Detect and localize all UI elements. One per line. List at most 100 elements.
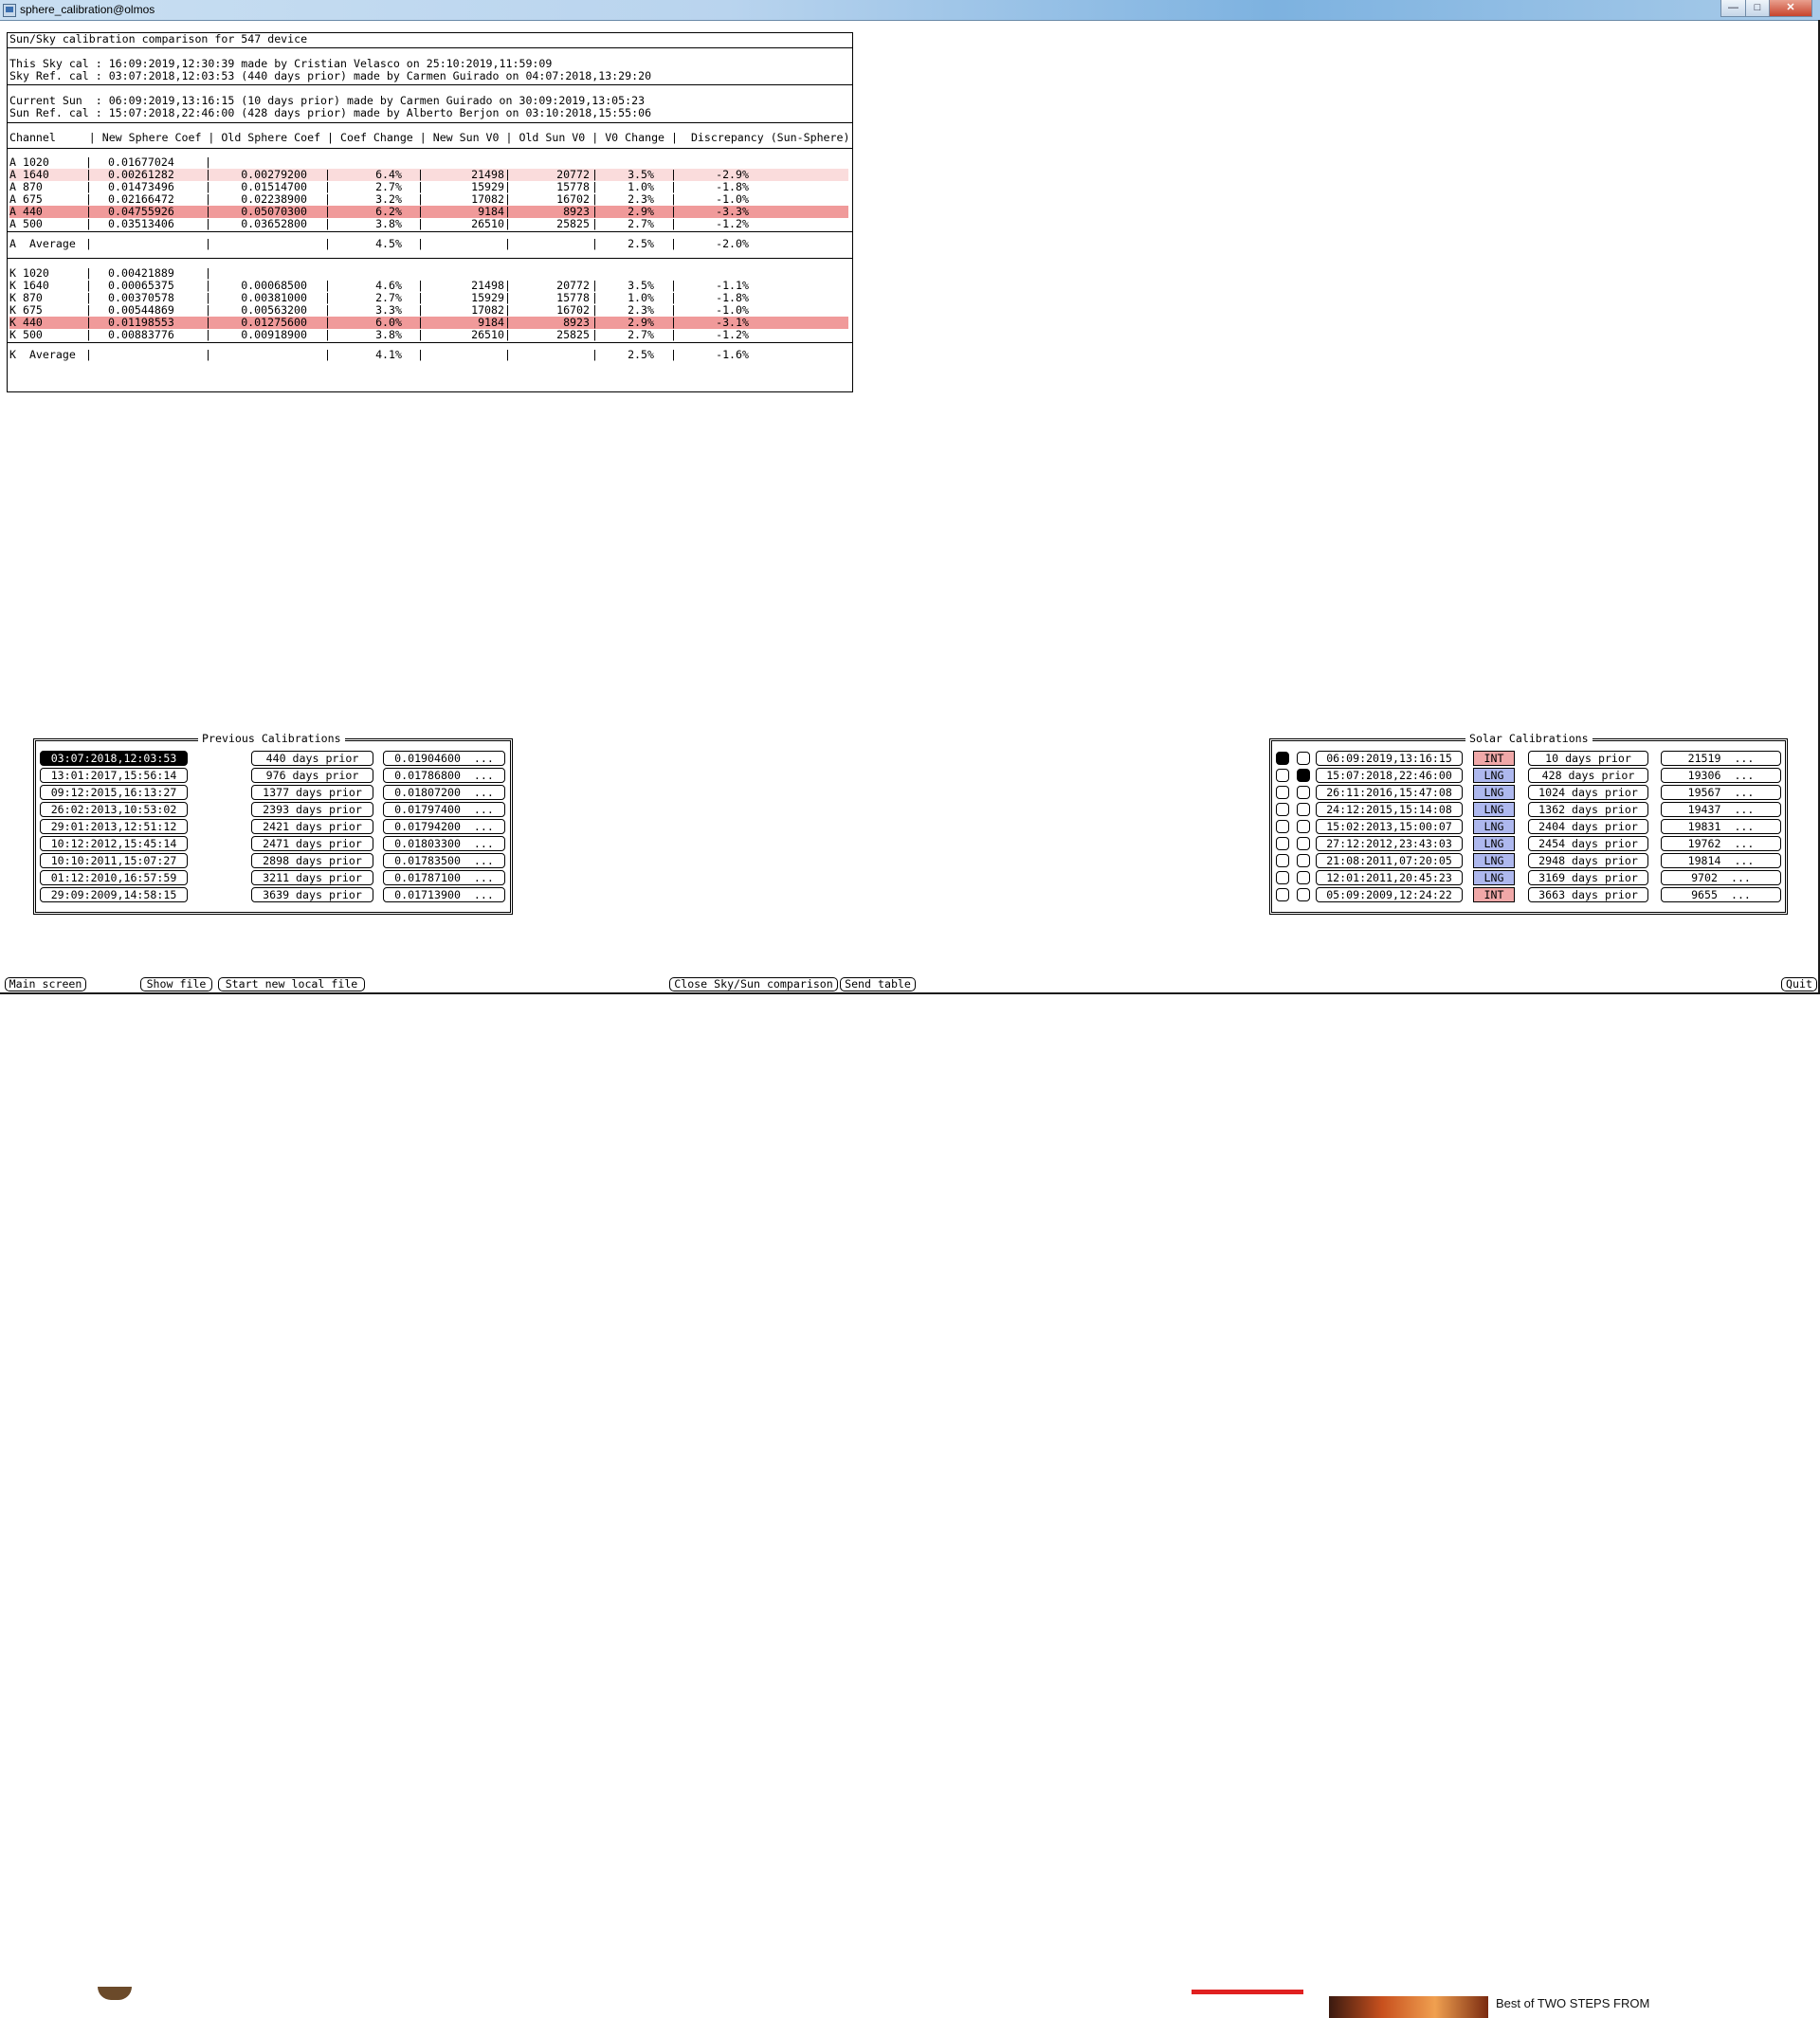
- solar-select-checkbox[interactable]: [1276, 820, 1289, 833]
- column-separator: |: [205, 348, 211, 361]
- solar-date-button[interactable]: 12:01:2011,20:45:23: [1316, 870, 1463, 885]
- solar-select-checkbox[interactable]: [1276, 837, 1289, 850]
- solar-type-badge: LNG: [1473, 819, 1515, 834]
- column-separator: |: [324, 237, 331, 250]
- previous-days-prior: 3211 days prior: [251, 870, 373, 885]
- main-screen-button[interactable]: Main screen: [5, 977, 86, 991]
- solar-v0-button[interactable]: 19306 ...: [1661, 768, 1781, 783]
- start-new-local-file-button[interactable]: Start new local file: [218, 977, 365, 991]
- previous-days-prior: 2471 days prior: [251, 836, 373, 851]
- cell-d: -1.2%: [716, 217, 749, 230]
- close-button[interactable]: ✕: [1769, 0, 1812, 17]
- previous-coef-button[interactable]: 0.01803300 ...: [383, 836, 505, 851]
- maximize-button[interactable]: □: [1745, 0, 1770, 17]
- solar-date-button[interactable]: 21:08:2011,07:20:05: [1316, 853, 1463, 868]
- previous-coef-button[interactable]: 0.01797400 ...: [383, 802, 505, 817]
- column-separator: |: [85, 237, 92, 250]
- previous-days-prior: 3639 days prior: [251, 887, 373, 902]
- solar-select-checkbox[interactable]: [1276, 871, 1289, 884]
- solar-reference-checkbox[interactable]: [1297, 888, 1310, 901]
- cell-vc: 2.5%: [628, 348, 654, 361]
- solar-select-checkbox[interactable]: [1276, 752, 1289, 765]
- solar-reference-checkbox[interactable]: [1297, 820, 1310, 833]
- solar-reference-checkbox[interactable]: [1297, 769, 1310, 782]
- cell-ch: K 500: [9, 328, 43, 341]
- previous-date-button[interactable]: 10:10:2011,15:07:27: [40, 853, 188, 868]
- column-separator: |: [670, 328, 677, 341]
- previous-coef-button[interactable]: 0.01787100 ...: [383, 870, 505, 885]
- solar-select-checkbox[interactable]: [1276, 786, 1289, 799]
- video-thumbnail[interactable]: [1329, 1996, 1488, 2018]
- solar-select-checkbox[interactable]: [1276, 854, 1289, 867]
- previous-date-button[interactable]: 01:12:2010,16:57:59: [40, 870, 188, 885]
- solar-v0-button[interactable]: 19567 ...: [1661, 785, 1781, 800]
- divider: [8, 231, 852, 232]
- column-separator: |: [324, 328, 331, 341]
- solar-v0-button[interactable]: 19762 ...: [1661, 836, 1781, 851]
- solar-date-button[interactable]: 15:02:2013,15:00:07: [1316, 819, 1463, 834]
- previous-date-button[interactable]: 29:01:2013,12:51:12: [40, 819, 188, 834]
- close-comparison-button[interactable]: Close Sky/Sun comparison: [669, 977, 838, 991]
- avatar: [98, 1987, 132, 2000]
- column-separator: |: [417, 348, 424, 361]
- previous-date-button[interactable]: 29:09:2009,14:58:15: [40, 887, 188, 902]
- solar-days-prior: 10 days prior: [1528, 751, 1648, 766]
- solar-v0-button[interactable]: 19437 ...: [1661, 802, 1781, 817]
- previous-coef-button[interactable]: 0.01807200 ...: [383, 785, 505, 800]
- column-separator: |: [504, 237, 511, 250]
- video-title[interactable]: Best of TWO STEPS FROM: [1496, 1996, 1649, 2010]
- solar-reference-checkbox[interactable]: [1297, 837, 1310, 850]
- cell-d: -2.0%: [716, 237, 749, 250]
- column-separator: |: [324, 348, 331, 361]
- divider: [8, 258, 852, 259]
- cell-ov: 25825: [556, 217, 590, 230]
- send-table-button[interactable]: Send table: [840, 977, 916, 991]
- show-file-button[interactable]: Show file: [140, 977, 212, 991]
- solar-select-checkbox[interactable]: [1276, 769, 1289, 782]
- solar-v0-button[interactable]: 9655 ...: [1661, 887, 1781, 902]
- previous-coef-button[interactable]: 0.01794200 ...: [383, 819, 505, 834]
- previous-coef-button[interactable]: 0.01783500 ...: [383, 853, 505, 868]
- solar-select-checkbox[interactable]: [1276, 888, 1289, 901]
- average-row: A Average 4.5% 2.5% -2.0% | | | | | | |: [9, 238, 848, 250]
- previous-calibrations-group: Previous Calibrations 03:07:2018,12:03:5…: [33, 732, 513, 915]
- cell-cc: 3.8%: [375, 217, 402, 230]
- solar-date-button[interactable]: 27:12:2012,23:43:03: [1316, 836, 1463, 851]
- column-separator: |: [504, 348, 511, 361]
- solar-date-button[interactable]: 05:09:2009,12:24:22: [1316, 887, 1463, 902]
- previous-coef-button[interactable]: 0.01904600 ...: [383, 751, 505, 766]
- previous-date-button[interactable]: 03:07:2018,12:03:53: [40, 751, 188, 766]
- solar-v0-button[interactable]: 9702 ...: [1661, 870, 1781, 885]
- solar-days-prior: 2948 days prior: [1528, 853, 1648, 868]
- solar-reference-checkbox[interactable]: [1297, 786, 1310, 799]
- solar-select-checkbox[interactable]: [1276, 803, 1289, 816]
- previous-date-button[interactable]: 09:12:2015,16:13:27: [40, 785, 188, 800]
- previous-date-button[interactable]: 26:02:2013,10:53:02: [40, 802, 188, 817]
- column-separator: |: [205, 237, 211, 250]
- previous-coef-button[interactable]: 0.01713900 ...: [383, 887, 505, 902]
- cell-cc: 4.5%: [375, 237, 402, 250]
- solar-reference-checkbox[interactable]: [1297, 871, 1310, 884]
- solar-v0-button[interactable]: 21519 ...: [1661, 751, 1781, 766]
- solar-reference-checkbox[interactable]: [1297, 803, 1310, 816]
- solar-date-button[interactable]: 06:09:2019,13:16:15: [1316, 751, 1463, 766]
- previous-date-button[interactable]: 10:12:2012,15:45:14: [40, 836, 188, 851]
- solar-reference-checkbox[interactable]: [1297, 854, 1310, 867]
- solar-type-badge: LNG: [1473, 802, 1515, 817]
- previous-coef-button[interactable]: 0.01786800 ...: [383, 768, 505, 783]
- cell-nv: 26510: [471, 328, 504, 341]
- previous-date-button[interactable]: 13:01:2017,15:56:14: [40, 768, 188, 783]
- column-separator: |: [592, 237, 598, 250]
- solar-v0-button[interactable]: 19814 ...: [1661, 853, 1781, 868]
- cell-ch: A Average: [9, 237, 76, 250]
- quit-button[interactable]: Quit: [1781, 977, 1817, 991]
- solar-date-button[interactable]: 26:11:2016,15:47:08: [1316, 785, 1463, 800]
- solar-date-button[interactable]: 24:12:2015,15:14:08: [1316, 802, 1463, 817]
- solar-date-button[interactable]: 15:07:2018,22:46:00: [1316, 768, 1463, 783]
- solar-v0-button[interactable]: 19831 ...: [1661, 819, 1781, 834]
- cell-d: -1.2%: [716, 328, 749, 341]
- solar-days-prior: 428 days prior: [1528, 768, 1648, 783]
- minimize-button[interactable]: —: [1720, 0, 1746, 17]
- divider: [8, 122, 852, 123]
- solar-reference-checkbox[interactable]: [1297, 752, 1310, 765]
